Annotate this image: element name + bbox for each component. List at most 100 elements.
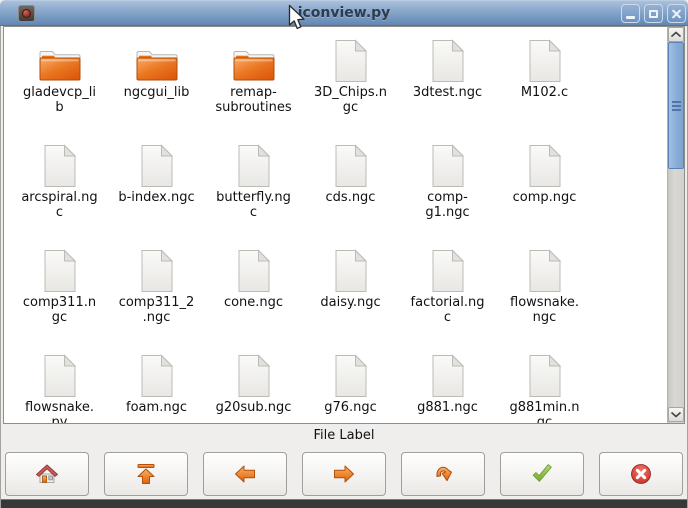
file-item[interactable]: comp311_2.ngc: [108, 243, 205, 348]
back-button[interactable]: [203, 452, 287, 496]
ok-button[interactable]: [500, 452, 584, 496]
cancel-button[interactable]: [599, 452, 683, 496]
document-icon: [237, 142, 271, 188]
check-icon: [529, 461, 555, 487]
file-item-label: flowsnake.py: [21, 400, 98, 423]
window: iconview.py: [0, 0, 688, 508]
scroll-up-icon: [670, 31, 682, 38]
file-item[interactable]: flowsnake.py: [11, 348, 108, 423]
file-item[interactable]: g881min.ngc: [496, 348, 593, 423]
document-icon: [528, 352, 562, 398]
window-bottom-edge: [1, 499, 687, 508]
file-item[interactable]: arcspiral.ngc: [11, 138, 108, 243]
redo-button[interactable]: [401, 452, 485, 496]
file-item[interactable]: g76.ngc: [302, 348, 399, 423]
folder-icon: [231, 37, 277, 83]
file-item[interactable]: b-index.ngc: [108, 138, 205, 243]
document-icon: [528, 142, 562, 188]
document-icon: [431, 352, 465, 398]
minimize-icon: [626, 16, 635, 19]
maximize-icon: [649, 10, 658, 18]
vertical-scrollbar[interactable]: [667, 27, 684, 423]
file-item-label: cone.ngc: [215, 295, 292, 310]
file-item-label: g20sub.ngc: [215, 400, 292, 415]
file-item-label: comp.ngc: [506, 190, 583, 205]
cancel-icon: [628, 461, 654, 487]
file-item[interactable]: flowsnake.ngc: [496, 243, 593, 348]
document-icon: [140, 142, 174, 188]
scroll-down-icon: [670, 411, 682, 418]
thumb-grip: [672, 105, 681, 107]
file-item-label: remap-subroutines: [215, 85, 292, 115]
file-item-label: comp-g1.ngc: [409, 190, 486, 220]
document-icon: [431, 247, 465, 293]
file-item[interactable]: daisy.ngc: [302, 243, 399, 348]
file-item[interactable]: comp-g1.ngc: [399, 138, 496, 243]
document-icon: [431, 142, 465, 188]
file-item-label: arcspiral.ngc: [21, 190, 98, 220]
back-arrow-icon: [232, 461, 258, 487]
document-icon: [431, 37, 465, 83]
file-item-label: 3D_Chips.ngc: [312, 85, 389, 115]
file-item[interactable]: cds.ngc: [302, 138, 399, 243]
go-top-icon: [133, 461, 159, 487]
file-item[interactable]: g881.ngc: [399, 348, 496, 423]
file-item[interactable]: 3D_Chips.ngc: [302, 33, 399, 138]
file-item[interactable]: remap-subroutines: [205, 33, 302, 138]
document-icon: [334, 247, 368, 293]
document-icon: [334, 352, 368, 398]
forward-arrow-icon: [331, 461, 357, 487]
file-item-label: g76.ngc: [312, 400, 389, 415]
close-button[interactable]: [667, 4, 686, 23]
file-item[interactable]: 3dtest.ngc: [399, 33, 496, 138]
file-item[interactable]: ngcgui_lib: [108, 33, 205, 138]
file-item-label: M102.c: [506, 85, 583, 100]
file-item-label: ngcgui_lib: [118, 85, 195, 100]
document-icon: [140, 247, 174, 293]
scroll-down-button[interactable]: [668, 407, 684, 422]
document-icon: [334, 142, 368, 188]
folder-icon: [134, 37, 180, 83]
file-item-label: butterfly.ngc: [215, 190, 292, 220]
document-icon: [528, 247, 562, 293]
file-item-label: cds.ngc: [312, 190, 389, 205]
file-item[interactable]: cone.ngc: [205, 243, 302, 348]
file-item[interactable]: gladevcp_lib: [11, 33, 108, 138]
file-item[interactable]: foam.ngc: [108, 348, 205, 423]
file-item-label: g881min.ngc: [506, 400, 583, 423]
scroll-up-button[interactable]: [668, 27, 684, 42]
titlebar[interactable]: iconview.py: [0, 0, 688, 26]
home-button[interactable]: [5, 452, 89, 496]
document-icon: [237, 247, 271, 293]
file-item[interactable]: factorial.ngc: [399, 243, 496, 348]
file-item-label: factorial.ngc: [409, 295, 486, 325]
document-icon: [528, 37, 562, 83]
file-item-label: b-index.ngc: [118, 190, 195, 205]
document-icon: [43, 247, 77, 293]
file-item[interactable]: g20sub.ngc: [205, 348, 302, 423]
file-item-label: comp311.ngc: [21, 295, 98, 325]
file-item[interactable]: butterfly.ngc: [205, 138, 302, 243]
file-item-label: gladevcp_lib: [21, 85, 98, 115]
maximize-button[interactable]: [644, 4, 663, 23]
file-item-label: 3dtest.ngc: [409, 85, 486, 100]
home-icon: [34, 461, 60, 487]
file-item[interactable]: comp.ngc: [496, 138, 593, 243]
redo-arrow-icon: [430, 461, 456, 487]
document-icon: [140, 352, 174, 398]
file-item[interactable]: comp311.ngc: [11, 243, 108, 348]
go-top-button[interactable]: [104, 452, 188, 496]
window-controls: [621, 4, 686, 23]
file-item-label: foam.ngc: [118, 400, 195, 415]
close-icon: [668, 5, 685, 23]
window-title: iconview.py: [0, 5, 688, 21]
minimize-button[interactable]: [621, 4, 640, 23]
file-item-label: daisy.ngc: [312, 295, 389, 310]
icon-grid: gladevcp_lib ngcgui_lib remap-subroutine…: [4, 27, 666, 423]
file-item[interactable]: M102.c: [496, 33, 593, 138]
file-label: File Label: [1, 424, 687, 449]
toolbar: [1, 449, 687, 499]
scrollbar-thumb[interactable]: [668, 42, 684, 169]
forward-button[interactable]: [302, 452, 386, 496]
file-item-label: flowsnake.ngc: [506, 295, 583, 325]
